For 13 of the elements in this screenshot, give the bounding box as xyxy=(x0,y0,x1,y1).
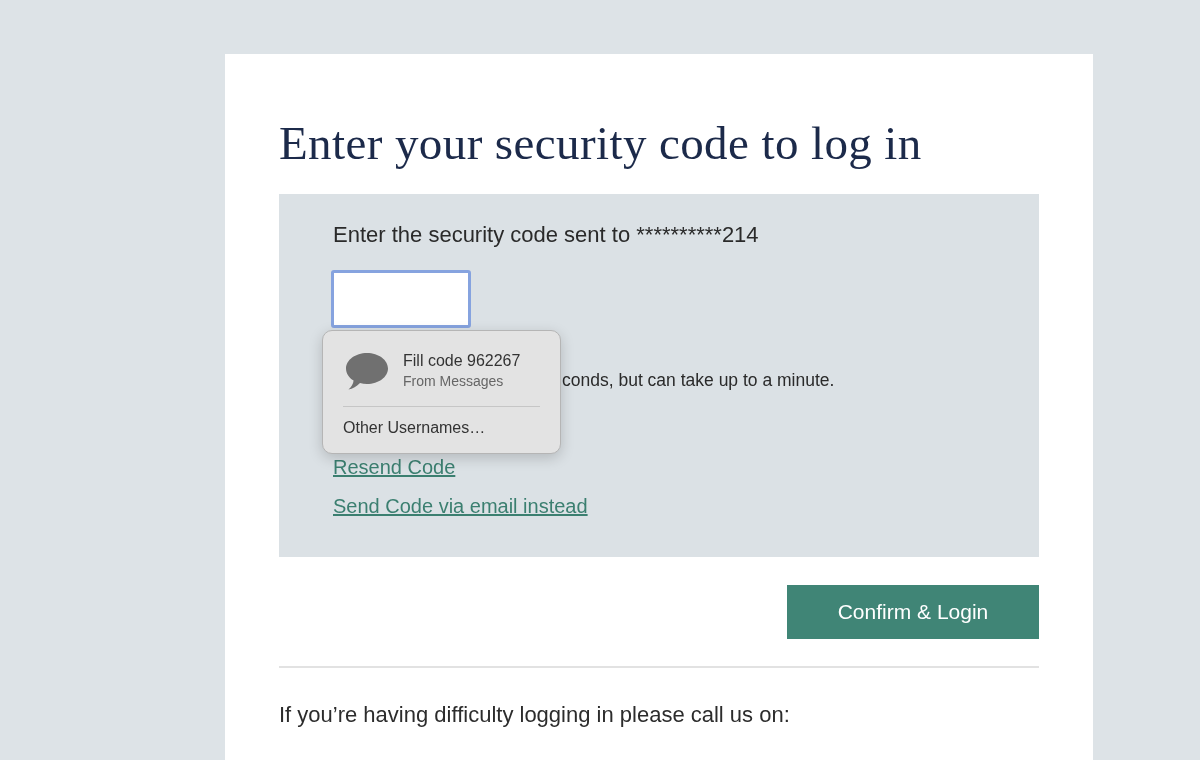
code-input-field[interactable] xyxy=(331,270,471,328)
confirm-login-button[interactable]: Confirm & Login xyxy=(787,585,1039,639)
resend-code-link[interactable]: Resend Code xyxy=(333,454,456,480)
help-text: If you’re having difficulty logging in please call us on: xyxy=(279,702,791,728)
source-label: From Messages xyxy=(403,372,505,391)
email-code-link[interactable]: Send Code via email instead xyxy=(333,493,588,519)
other-usernames-option[interactable]: Other Usernames… xyxy=(343,417,540,439)
page-title: Enter your security code to log in xyxy=(279,116,923,171)
hint-text: conds, but can take up to a minute. xyxy=(562,369,836,392)
fill-code-label: Fill code 962267 xyxy=(403,351,521,371)
speech-bubble-icon xyxy=(346,351,388,390)
fill-code-option[interactable]: Fill code 962267 From Messages xyxy=(343,350,540,391)
security-code-prompt: Enter the security code sent to **********214 xyxy=(333,222,760,248)
